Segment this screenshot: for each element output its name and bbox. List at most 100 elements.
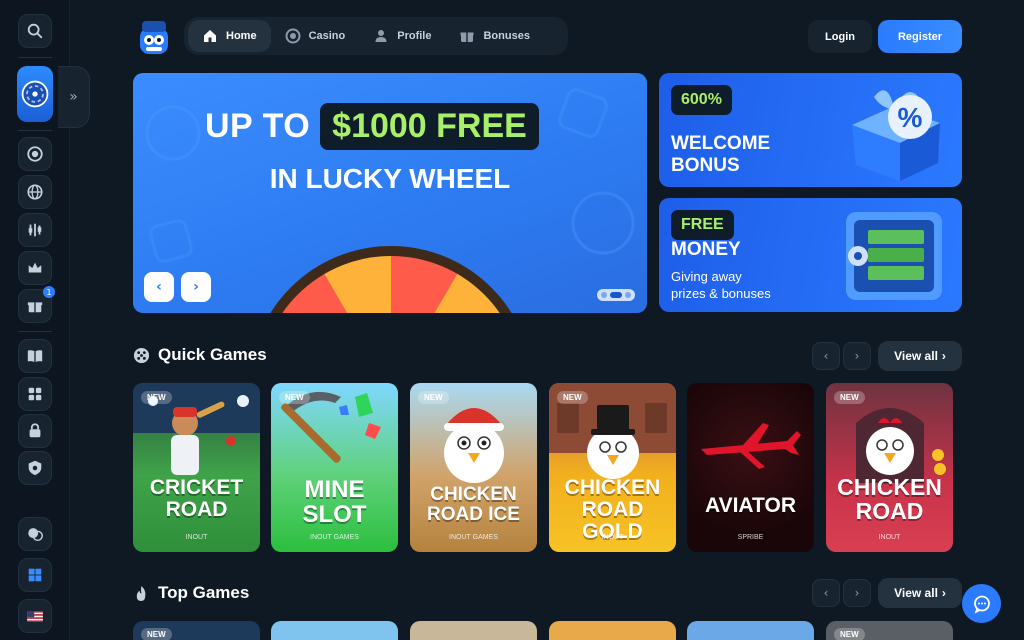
- us-flag-icon: [27, 610, 43, 622]
- new-badge: NEW: [834, 628, 865, 640]
- nav-casino[interactable]: Casino: [271, 20, 360, 52]
- carousel-indicator[interactable]: [597, 289, 635, 301]
- quick-games-title: Quick Games: [158, 345, 267, 364]
- top-game-card[interactable]: [549, 621, 676, 640]
- chevron-left-icon: ‹: [156, 279, 162, 295]
- hero-headline-amount: $1000 FREE: [320, 103, 539, 150]
- game-title: AVIATOR: [704, 494, 796, 517]
- promo-subtitle-line: prizes & bonuses: [671, 286, 771, 301]
- register-button[interactable]: Register: [878, 20, 962, 53]
- sidebar-expand-button[interactable]: »: [58, 66, 90, 128]
- nav-casino-label: Casino: [308, 30, 346, 42]
- quick-games-prev-button[interactable]: ‹: [812, 342, 840, 370]
- top-game-card[interactable]: [410, 621, 537, 640]
- promo-welcome-bonus[interactable]: 600% WELCOME BONUS %: [659, 73, 962, 187]
- top-game-card[interactable]: [271, 621, 398, 640]
- language-selector[interactable]: [18, 599, 52, 633]
- promo-title-line: WELCOME: [671, 133, 771, 154]
- hero-prev-button[interactable]: ‹: [144, 272, 174, 302]
- dice-icon: [133, 347, 150, 363]
- promo-free-badge: FREE: [671, 210, 734, 240]
- game-card-cricket-road[interactable]: NEW CRICKET ROAD INOUT: [133, 383, 260, 552]
- lucky-wheel-icon: [21, 80, 49, 108]
- support-icon: [28, 528, 43, 542]
- lucky-wheel-button[interactable]: [17, 66, 53, 122]
- nav-bonuses[interactable]: Bonuses: [445, 20, 543, 52]
- sidebar: » 1: [0, 0, 90, 640]
- top-game-card[interactable]: NEW: [133, 621, 260, 640]
- sidebar-item-bonuses[interactable]: 1: [18, 286, 55, 323]
- nav-home-label: Home: [226, 30, 257, 42]
- top-games-title: Top Games: [158, 583, 250, 602]
- sidebar-item-security[interactable]: [18, 414, 52, 448]
- quick-games-heading: Quick Games: [133, 345, 267, 365]
- chevron-left-icon: ‹: [823, 586, 829, 600]
- game-provider: INOUT GAMES: [449, 534, 498, 541]
- game-card-mine-slot[interactable]: NEW MINE SLOT INOUT GAMES: [271, 383, 398, 552]
- hero-next-button[interactable]: ›: [181, 272, 211, 302]
- top-game-card[interactable]: NEW: [826, 621, 953, 640]
- game-card-chicken-road[interactable]: NEW CHICKEN ROAD INOUT: [826, 383, 953, 552]
- quick-games-view-all-button[interactable]: View all ›: [878, 341, 962, 371]
- sidebar-item-casino[interactable]: [18, 137, 52, 171]
- game-title: CRICKET ROAD: [149, 476, 244, 521]
- nav-profile[interactable]: Profile: [359, 20, 445, 52]
- top-games-heading: Top Games: [133, 583, 249, 603]
- mascot-logo-icon: [140, 21, 168, 54]
- sidebar-item-live[interactable]: [18, 175, 52, 209]
- sidebar-item-vip[interactable]: [18, 251, 52, 285]
- carousel-dot-active[interactable]: [610, 292, 622, 298]
- new-badge: NEW: [141, 628, 172, 640]
- gift-icon: [460, 32, 474, 42]
- chip-icon: [27, 146, 43, 162]
- chevron-right-icon: ›: [941, 586, 946, 600]
- new-badge: NEW: [418, 391, 449, 404]
- lucky-wheel-illustration: [270, 246, 512, 313]
- chip-icon: [285, 28, 301, 44]
- game-card-chicken-road-gold[interactable]: NEW CHICKEN ROAD GOLD INOUT: [549, 383, 676, 552]
- game-provider: INOUT: [185, 534, 208, 541]
- search-button[interactable]: [18, 14, 52, 48]
- live-chat-button[interactable]: [962, 584, 1001, 623]
- game-provider: INOUT: [878, 534, 901, 541]
- globe-icon: [27, 184, 43, 200]
- top-games-next-button[interactable]: ›: [843, 579, 871, 607]
- sidebar-item-games[interactable]: [18, 377, 52, 411]
- game-card-aviator[interactable]: AVIATOR SPRIBE: [687, 383, 814, 552]
- promo-subtitle: Giving away prizes & bonuses: [671, 268, 771, 302]
- download-app-button[interactable]: [18, 558, 52, 592]
- hero-banner[interactable]: UP TO $1000 FREE IN LUCKY WHEEL ‹ ›: [133, 73, 647, 313]
- main-nav: Home Casino Profile Bonuses: [184, 17, 568, 55]
- carousel-dot[interactable]: [625, 292, 631, 298]
- site-logo[interactable]: [136, 18, 172, 56]
- quick-games-next-button[interactable]: ›: [843, 342, 871, 370]
- promo-title: MONEY: [671, 239, 741, 260]
- new-badge: NEW: [834, 391, 865, 404]
- chevron-right-icon: ›: [193, 279, 199, 295]
- promo-title-line: BONUS: [671, 155, 740, 176]
- crown-icon: [28, 262, 42, 273]
- shield-icon: [28, 460, 42, 476]
- nav-home[interactable]: Home: [188, 20, 271, 52]
- promo-free-money[interactable]: FREE MONEY Giving away prizes & bonuses: [659, 198, 962, 312]
- sidebar-item-rules[interactable]: [18, 339, 52, 373]
- support-button[interactable]: [18, 517, 52, 551]
- new-badge: NEW: [141, 391, 172, 404]
- top-game-card[interactable]: [687, 621, 814, 640]
- game-card-chicken-road-ice[interactable]: NEW CHICKEN ROAD ICE INOUT GAMES: [410, 383, 537, 552]
- carousel-dot[interactable]: [601, 292, 607, 298]
- sidebar-item-fairness[interactable]: [18, 451, 52, 485]
- double-chevron-right-icon: »: [69, 89, 78, 105]
- top-games-view-all-button[interactable]: View all ›: [878, 578, 962, 608]
- new-badge: NEW: [557, 391, 588, 404]
- windows-icon: [28, 568, 42, 582]
- login-button[interactable]: Login: [808, 20, 872, 53]
- book-icon: [27, 350, 43, 363]
- sidebar-item-sports[interactable]: [18, 213, 52, 247]
- chevron-right-icon: ›: [941, 349, 946, 363]
- top-games-prev-button[interactable]: ‹: [812, 579, 840, 607]
- chat-bubble-icon: [973, 595, 990, 614]
- sports-icon: [28, 223, 42, 237]
- game-title: CHICKEN ROAD ICE: [427, 484, 520, 525]
- promo-subtitle-line: Giving away: [671, 269, 742, 284]
